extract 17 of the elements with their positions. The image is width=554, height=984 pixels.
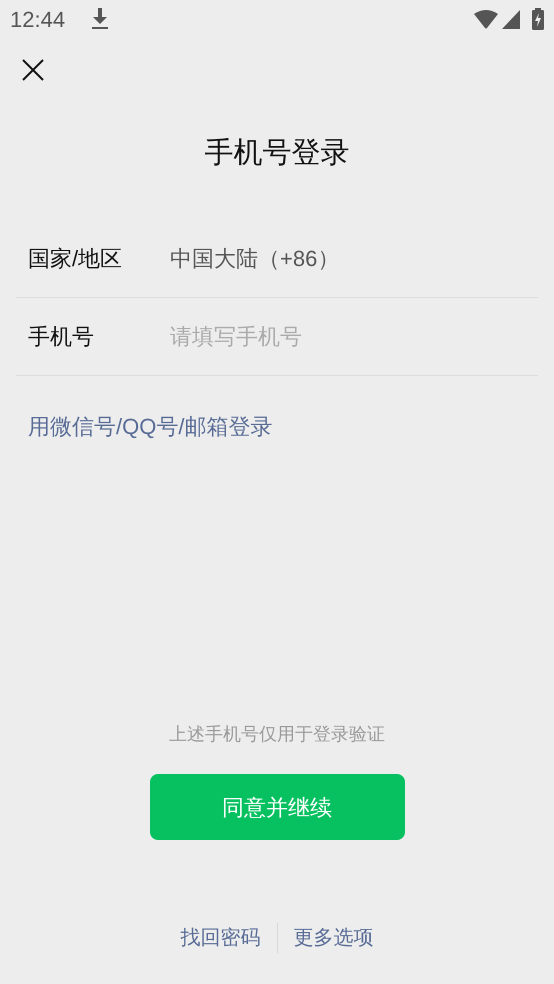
close-button[interactable] [22,58,46,82]
agree-continue-button[interactable]: 同意并继续 [150,774,404,840]
battery-icon [532,8,544,30]
wifi-icon [474,9,498,29]
status-time: 12:44 [10,6,66,34]
notice-text: 上述手机号仅用于登录验证 [168,723,386,746]
country-selector[interactable]: 中国大陆（+86） [170,242,340,274]
footer-link[interactable]: 更多选项 [276,923,390,953]
field-label: 手机号 [28,322,95,350]
alt-login-link[interactable]: 用微信号/QQ号/邮箱登录 [28,410,272,442]
close-icon [22,59,44,81]
page-title: 手机号登录 [204,136,350,171]
signal-icon [502,10,520,28]
footer-link[interactable]: 找回密码 [164,923,276,953]
field-label: 国家/地区 [28,244,124,272]
download-icon [91,8,110,30]
phone-input-field[interactable]: 请填写手机号 [170,320,538,352]
